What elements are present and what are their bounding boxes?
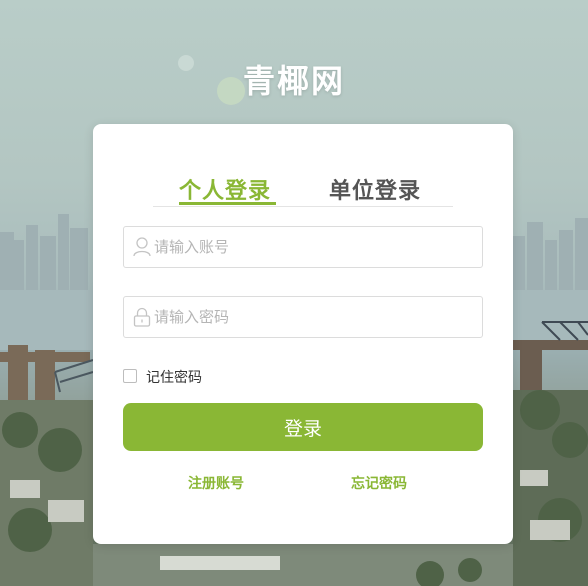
- password-field[interactable]: [123, 296, 483, 338]
- remember-password-checkbox[interactable]: [123, 369, 137, 383]
- remember-password-label[interactable]: 记住密码: [146, 367, 202, 387]
- login-card: 个人登录 单位登录 记住密码 登录 注册账号 忘记密码: [93, 124, 513, 544]
- active-tab-indicator: [179, 202, 276, 205]
- register-account-link[interactable]: 注册账号: [188, 473, 244, 493]
- tab-organization-login[interactable]: 单位登录: [329, 173, 421, 205]
- login-tabs: 个人登录 单位登录: [153, 168, 453, 207]
- site-title: 青椰网: [242, 62, 345, 100]
- username-input[interactable]: [154, 227, 474, 267]
- user-icon: [133, 237, 151, 257]
- username-field[interactable]: [123, 226, 483, 268]
- login-button[interactable]: 登录: [123, 403, 483, 451]
- password-input[interactable]: [154, 297, 474, 337]
- lock-icon: [133, 307, 151, 327]
- tab-personal-login[interactable]: 个人登录: [179, 173, 271, 205]
- forgot-password-link[interactable]: 忘记密码: [351, 473, 407, 493]
